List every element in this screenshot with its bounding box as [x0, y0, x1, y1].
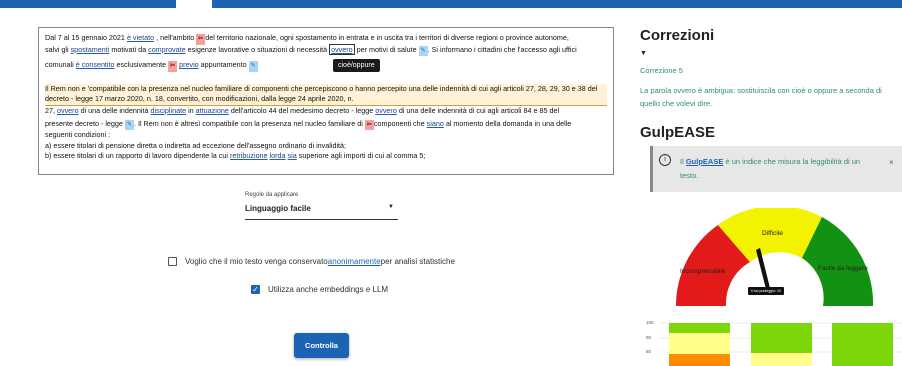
- editor-line: seguenti condizioni :: [45, 130, 111, 140]
- text-editor[interactable]: Dal 7 al 15 gennaio 2021 è vietato , nel…: [38, 27, 614, 175]
- highlight-spostamenti[interactable]: spostamenti: [71, 45, 110, 54]
- bar-1-orange: [669, 354, 730, 366]
- rules-select[interactable]: Regole da applicare Linguaggio facile ▼: [245, 192, 398, 220]
- gulpease-bar-chart: [660, 322, 902, 366]
- gulpease-link[interactable]: GulpEASE: [686, 157, 724, 166]
- gauge-label-incomprensibile: Incomprensibile: [680, 268, 726, 275]
- corrections-title: Correzioni: [640, 27, 715, 44]
- highlight-ovvero[interactable]: ovvero: [57, 106, 79, 115]
- bar-1-yellow: [669, 333, 730, 354]
- cut-marker[interactable]: ✂: [364, 119, 374, 131]
- highlight-retribuzione[interactable]: retribuzione: [230, 151, 268, 160]
- cut-marker[interactable]: ✂: [168, 61, 178, 72]
- highlight-ovvero-selected[interactable]: ovvero: [329, 43, 355, 55]
- highlight-vietato[interactable]: è vietato: [127, 33, 154, 42]
- gulpease-info-box: i Il GulpEASE è un indice che misura la …: [650, 146, 902, 192]
- bar-2-yellow: [751, 353, 812, 366]
- rules-select-label: Regole da applicare: [245, 192, 299, 198]
- editor-line: comunali è consentito esclusivamente ✂ p…: [45, 60, 607, 72]
- editor-line: b) essere titolari di un rapporto di lav…: [45, 151, 426, 161]
- editor-line: presente decreto - legge ✎. Il Rem non è…: [45, 119, 607, 131]
- rules-select-value[interactable]: Linguaggio facile ▼: [245, 204, 398, 220]
- suggestion-tooltip[interactable]: cioè/oppure: [333, 59, 380, 72]
- highlight-lorda[interactable]: lorda: [270, 151, 286, 160]
- submit-button[interactable]: Controlla: [294, 333, 349, 358]
- chart-tick-100: 100: [646, 320, 654, 325]
- edit-marker[interactable]: ✎: [248, 61, 258, 72]
- close-icon[interactable]: ×: [889, 158, 894, 167]
- info-icon: i: [659, 154, 671, 166]
- highlight-consentito[interactable]: è consentito: [76, 60, 115, 69]
- bar-2-green: [751, 323, 812, 353]
- editor-line: Dal 7 al 15 gennaio 2021 è vietato , nel…: [45, 33, 607, 45]
- highlight-sia[interactable]: sia: [288, 151, 297, 160]
- chart-tick-90: 90: [646, 335, 652, 340]
- cut-marker[interactable]: ✂: [196, 34, 206, 45]
- top-bar: [0, 0, 902, 8]
- gauge-label-facile: Facile da leggere: [818, 265, 868, 272]
- anonymous-checkbox-row[interactable]: Voglio che il mio testo venga conservato…: [168, 257, 455, 266]
- anonymous-link[interactable]: anonimamente: [328, 257, 381, 266]
- gulpease-title: GulpEASE: [640, 124, 716, 141]
- gauge-label-difficile: Difficile: [762, 230, 783, 237]
- correction-item-title[interactable]: Correzione 5: [640, 66, 683, 75]
- chevron-down-icon[interactable]: ▼: [388, 204, 394, 213]
- gulpease-info-text: Il GulpEASE è un indice che misura la le…: [680, 157, 861, 180]
- highlight-previo[interactable]: previo: [179, 60, 199, 69]
- top-bar-tab: [176, 0, 212, 8]
- editor-line: salvi gli spostamenti motivati da compro…: [45, 43, 607, 57]
- highlight-comprovate[interactable]: comprovate: [148, 45, 186, 54]
- highlight-long-sentence[interactable]: Il Rem non e 'compatibile con la presenz…: [45, 83, 607, 106]
- highlight-disciplinate[interactable]: disciplinate: [151, 106, 187, 115]
- highlight-siano[interactable]: siano: [427, 119, 444, 128]
- bar-3-green: [832, 323, 893, 366]
- embeddings-checkbox-row[interactable]: ✓ Utilizza anche embeddings e LLM: [251, 285, 388, 294]
- highlight-attuazione[interactable]: attuazione: [196, 106, 229, 115]
- collapse-icon[interactable]: ▼: [640, 50, 647, 57]
- embeddings-checkbox[interactable]: ✓: [251, 285, 260, 294]
- anonymous-checkbox[interactable]: [168, 257, 177, 266]
- bar-1-green: [669, 323, 730, 333]
- chart-tick-80: 80: [646, 349, 652, 354]
- correction-item-text: La parola ovvero è ambigua: sostituiscil…: [640, 86, 882, 108]
- editor-line: a) essere titolari di pensione diretta o…: [45, 140, 347, 150]
- edit-marker[interactable]: ✎: [418, 45, 428, 57]
- editor-line: 27, ovvero di una delle indennità discip…: [45, 105, 560, 115]
- score-tooltip: Il tuo punteggio: 43: [748, 287, 784, 295]
- highlight-ovvero[interactable]: ovvero: [375, 106, 397, 115]
- edit-marker[interactable]: ✎: [124, 119, 134, 131]
